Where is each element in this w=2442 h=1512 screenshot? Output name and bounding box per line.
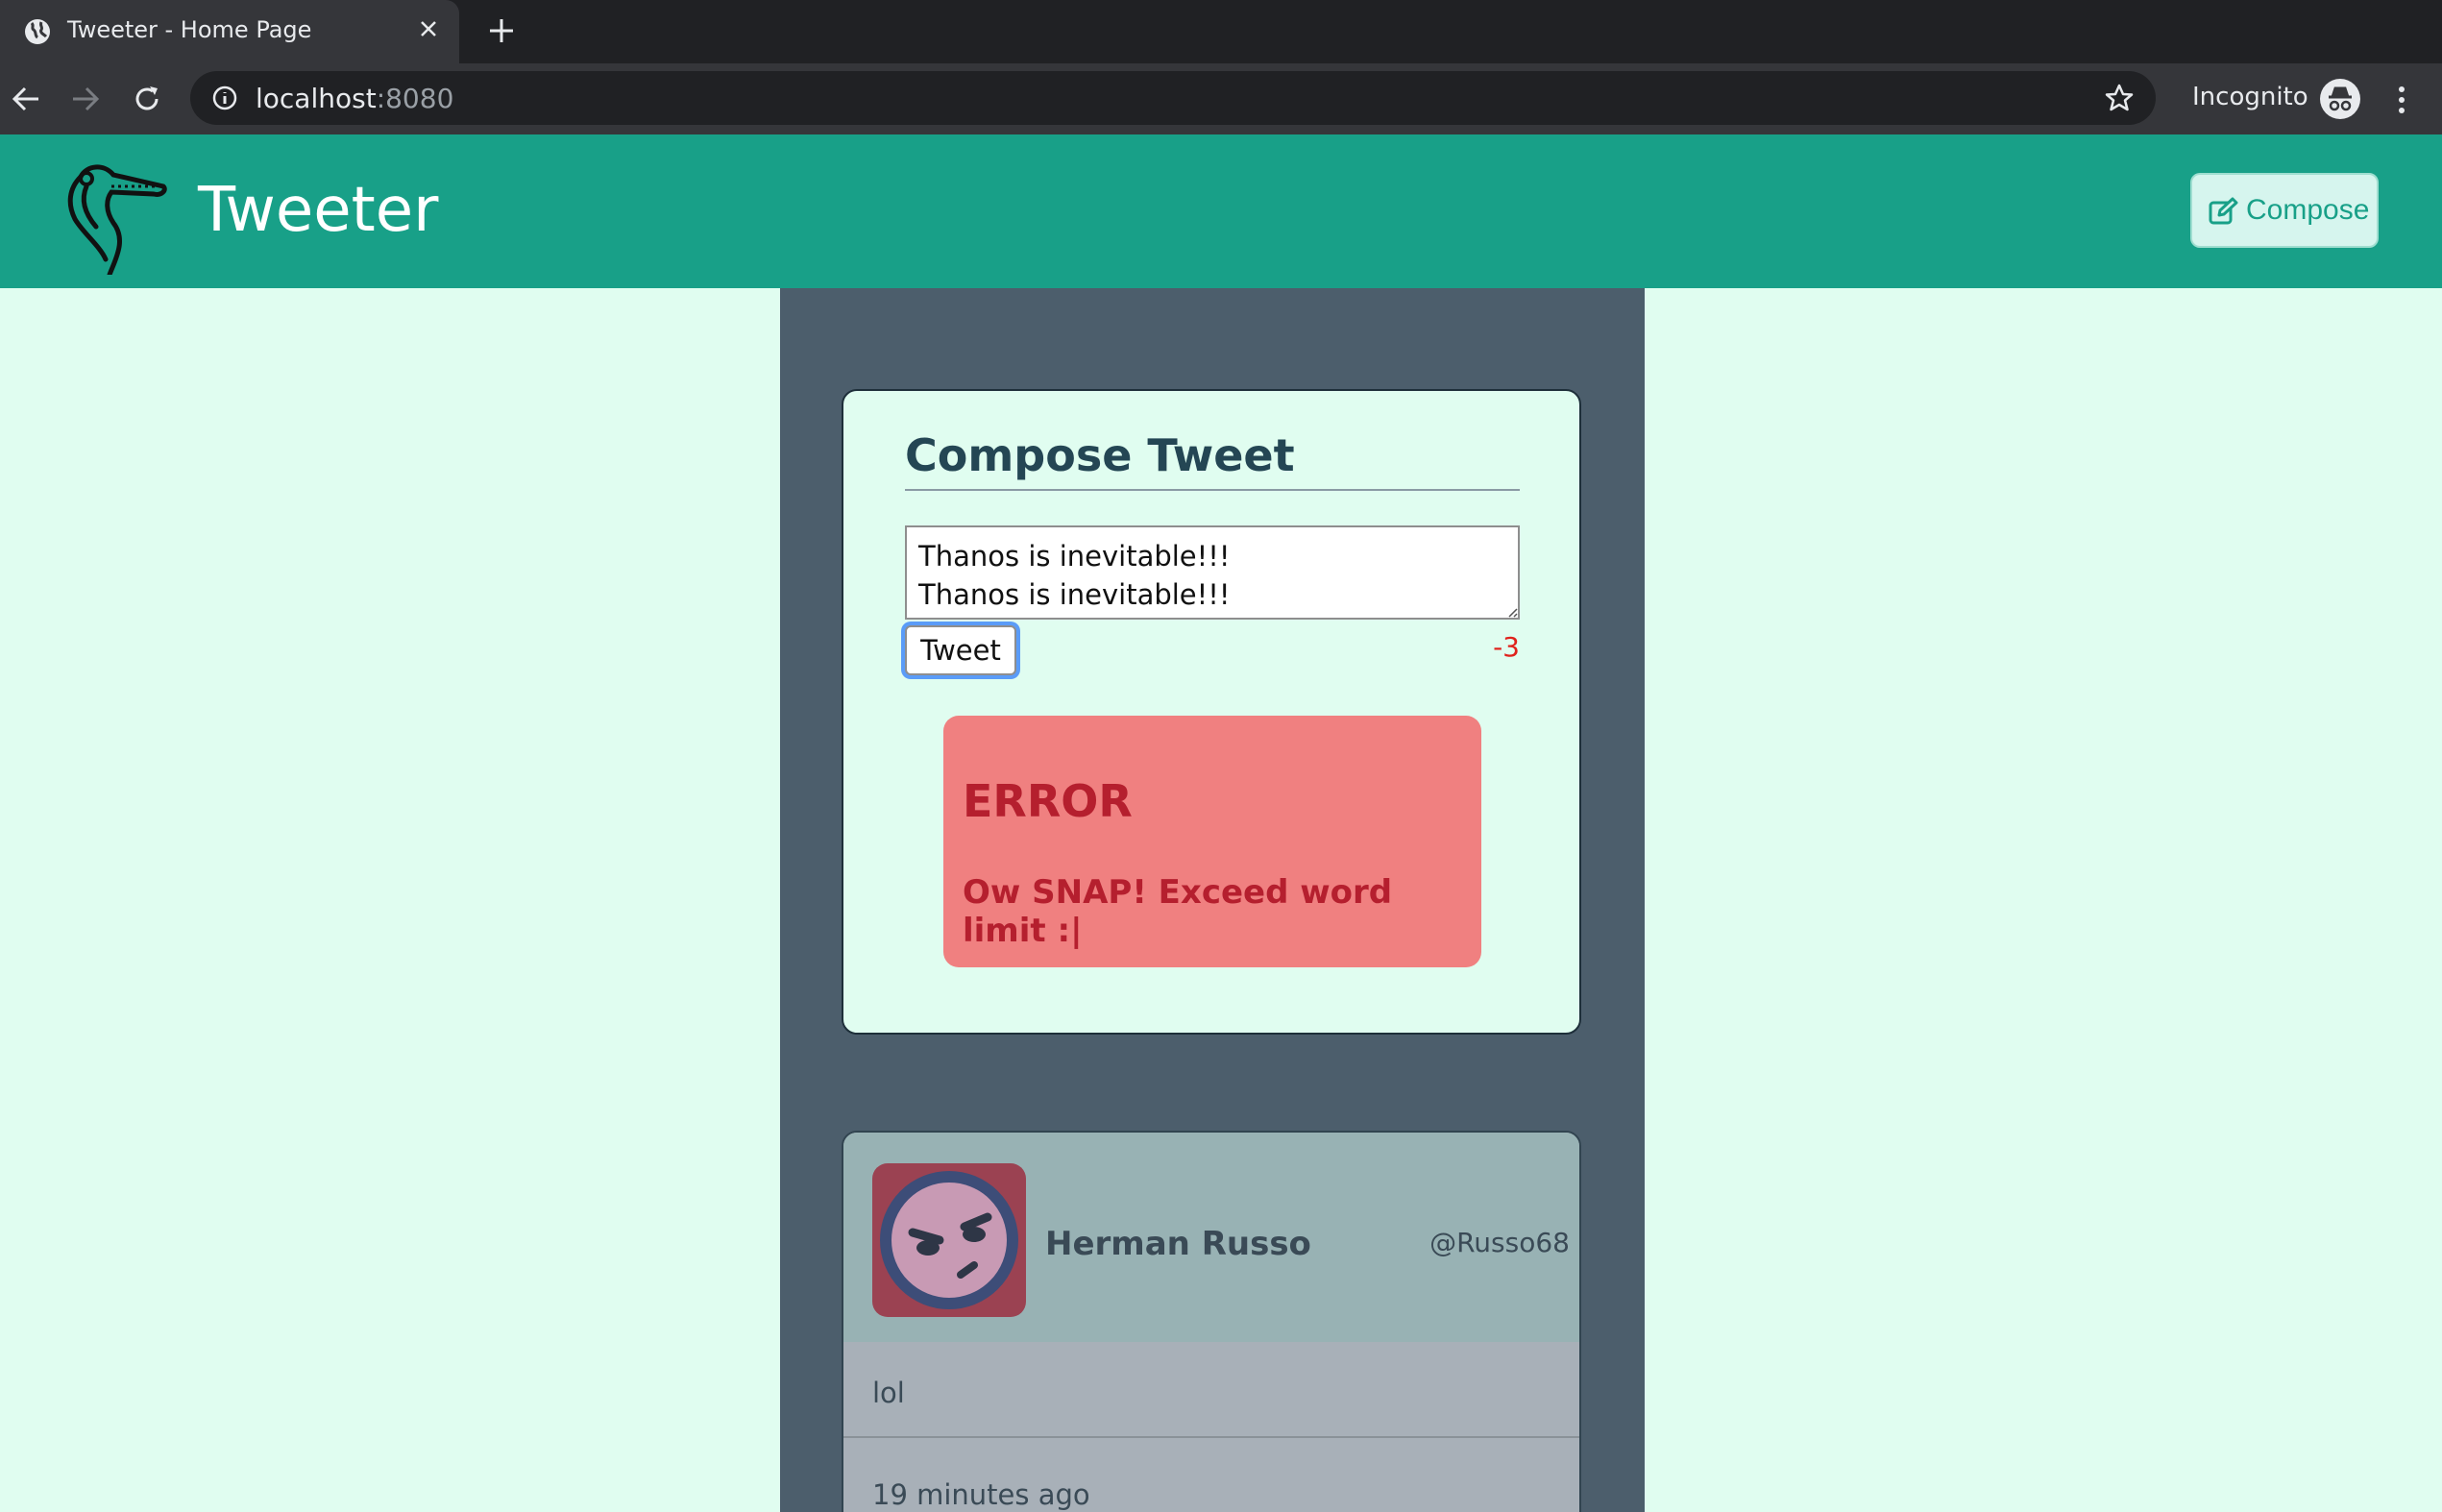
- browser-toolbar: localhost:8080 Incognito: [0, 63, 2442, 134]
- tab-title: Tweeter - Home Page: [67, 16, 312, 43]
- error-alert: ERROR Ow SNAP! Exceed word limit :|: [943, 716, 1481, 967]
- app-header: Tweeter Compose: [0, 134, 2442, 288]
- tweet-text: lol: [872, 1377, 905, 1409]
- author-name: Herman Russo: [1045, 1225, 1311, 1263]
- url-port: :8080: [376, 83, 454, 114]
- new-tab-icon[interactable]: [486, 15, 517, 46]
- tweet-header: Herman Russo @Russo68: [843, 1133, 1579, 1342]
- back-arrow-icon[interactable]: [8, 81, 44, 117]
- tweet-card: Herman Russo @Russo68 lol 19 minutes ago: [842, 1131, 1581, 1512]
- pelican-logo-icon: [67, 164, 167, 275]
- avatar: [872, 1163, 1026, 1317]
- close-icon[interactable]: [415, 15, 442, 42]
- error-heading: ERROR: [963, 775, 1133, 827]
- divider: [843, 1436, 1579, 1438]
- author-handle: @Russo68: [1429, 1227, 1570, 1258]
- brand-name[interactable]: Tweeter: [198, 175, 438, 246]
- url-text: localhost:8080: [256, 83, 453, 114]
- tweet-submit-button[interactable]: Tweet: [905, 625, 1016, 675]
- tweet-timestamp: 19 minutes ago: [872, 1478, 1090, 1511]
- compose-button-label: Compose: [2246, 194, 2370, 226]
- url-host: localhost: [256, 83, 377, 114]
- info-icon[interactable]: [211, 85, 238, 111]
- edit-icon: [2209, 197, 2238, 225]
- character-counter: -3: [1493, 631, 1520, 663]
- incognito-icon[interactable]: [2319, 78, 2361, 120]
- main-column: Compose Tweet Thanos is inevitable!!! Th…: [780, 288, 1645, 1512]
- browser-tabstrip: Tweeter - Home Page: [0, 0, 2442, 63]
- bookmark-star-icon[interactable]: [2104, 83, 2135, 113]
- error-message: Ow SNAP! Exceed word limit :|: [963, 873, 1393, 950]
- globe-icon: [25, 19, 50, 44]
- forward-arrow-icon[interactable]: [67, 81, 104, 117]
- kebab-menu-icon[interactable]: [2382, 81, 2421, 119]
- resize-grip-icon[interactable]: [1506, 606, 1518, 618]
- compose-tweet-card: Compose Tweet Thanos is inevitable!!! Th…: [842, 389, 1581, 1035]
- compose-title: Compose Tweet: [905, 429, 1520, 491]
- reload-icon[interactable]: [129, 81, 165, 117]
- angry-face-icon: [880, 1171, 1018, 1309]
- incognito-label: Incognito: [2192, 83, 2308, 111]
- tweet-textarea[interactable]: Thanos is inevitable!!! Thanos is inevit…: [905, 525, 1520, 620]
- browser-tab-active[interactable]: Tweeter - Home Page: [0, 0, 459, 63]
- compose-button[interactable]: Compose: [2190, 173, 2379, 248]
- address-bar[interactable]: localhost:8080: [190, 71, 2156, 125]
